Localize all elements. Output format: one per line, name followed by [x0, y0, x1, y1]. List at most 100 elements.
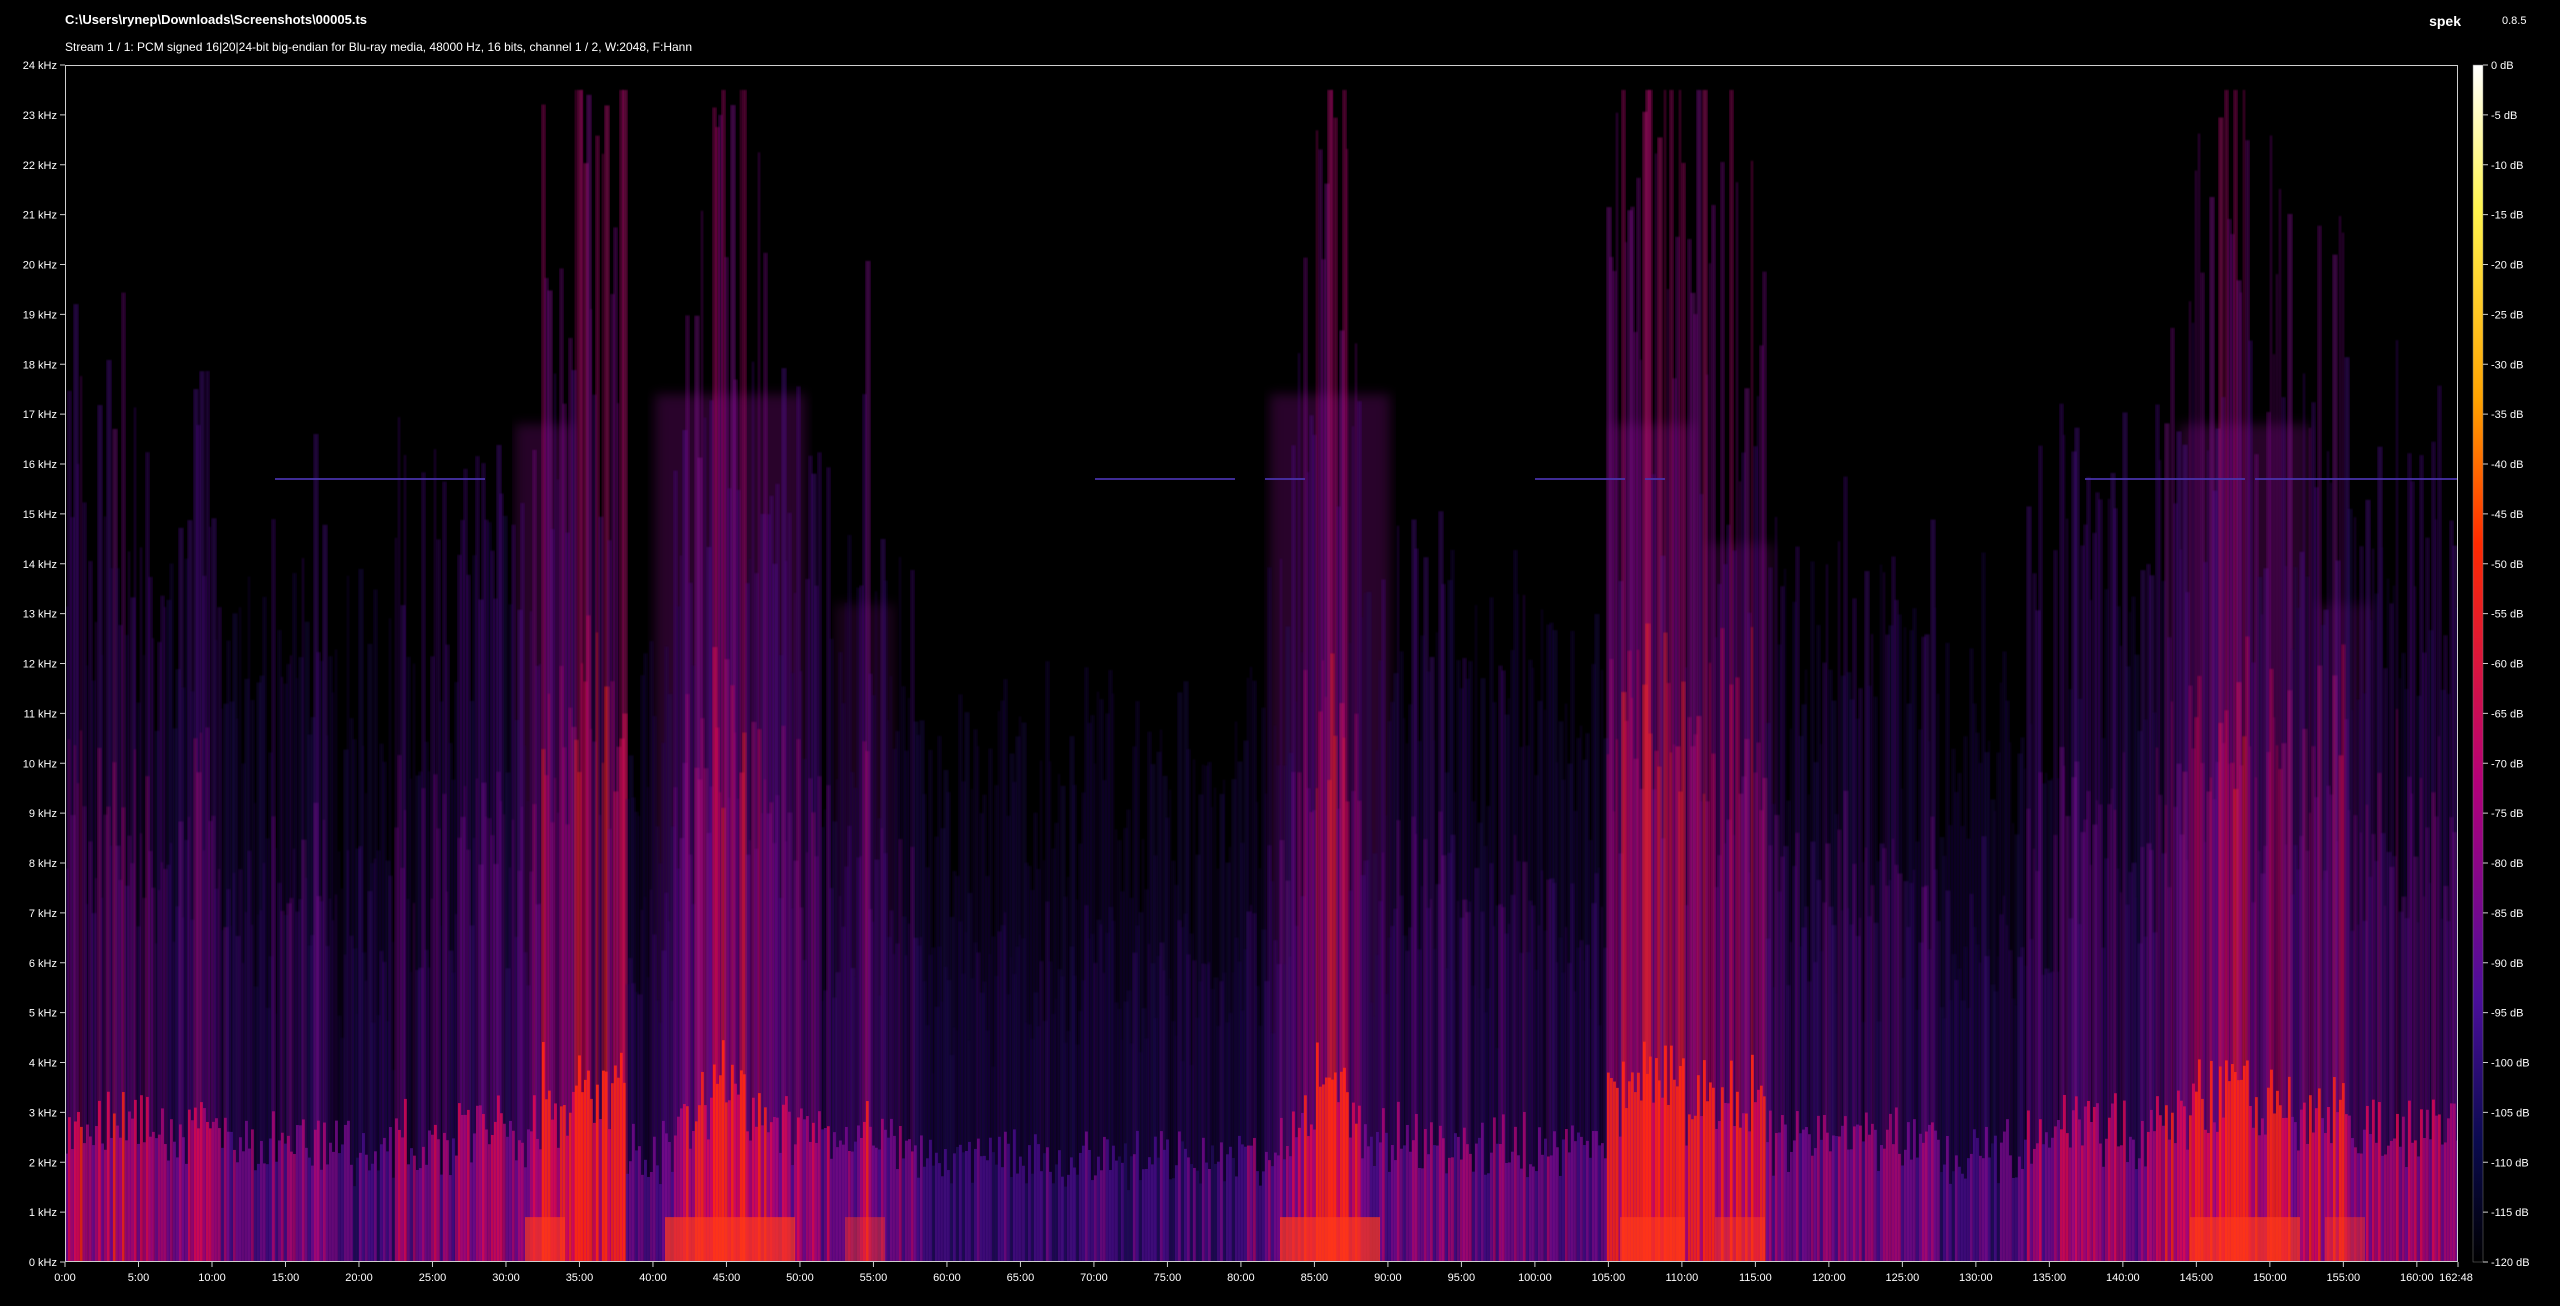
energy-low-band	[1412, 1140, 1415, 1262]
energy-low-band	[1043, 1153, 1046, 1262]
energy-low-band	[1439, 1125, 1442, 1262]
energy-low-band	[1445, 1173, 1448, 1262]
energy-low-band	[1517, 1155, 1520, 1262]
frequency-tick-label: 12 kHz	[23, 659, 57, 671]
energy-low-band	[803, 1119, 806, 1262]
energy-low-band	[197, 1128, 200, 1262]
energy-low-band	[1694, 1115, 1697, 1262]
energy-low-band	[1046, 1147, 1049, 1262]
energy-low-band	[2054, 1126, 2057, 1262]
energy-low-band	[836, 1147, 839, 1262]
energy-low-band	[830, 1158, 833, 1262]
energy-low-band	[2045, 1132, 2048, 1262]
energy-low-band	[299, 1125, 302, 1262]
energy-low-band	[167, 1160, 170, 1262]
energy-low-band	[1898, 1153, 1901, 1262]
energy-low-band	[1166, 1139, 1169, 1262]
energy-low-band	[1895, 1107, 1898, 1262]
energy-low-band	[1031, 1173, 1034, 1262]
energy-low-band	[164, 1144, 167, 1262]
energy-low-band	[224, 1117, 227, 1262]
energy-low-band	[608, 1129, 611, 1262]
energy-low-band	[101, 1143, 104, 1262]
energy-low-band	[317, 1120, 320, 1262]
energy-low-band	[92, 1145, 95, 1262]
energy-low-band	[650, 1172, 653, 1262]
energy-low-band	[1616, 1087, 1619, 1262]
energy-low-band	[1103, 1136, 1106, 1262]
energy-low-band	[2114, 1093, 2117, 1262]
energy-low-band	[1571, 1125, 1574, 1262]
energy-low-band	[566, 1135, 569, 1262]
energy-low-band	[917, 1177, 920, 1262]
energy-low-band	[1838, 1136, 1841, 1262]
energy-low-band	[2150, 1109, 2153, 1262]
energy-low-band	[2003, 1131, 2006, 1262]
energy-low-band	[173, 1141, 176, 1262]
energy-low-band	[1397, 1101, 1400, 1262]
energy-low-band	[149, 1136, 152, 1262]
energy-low-band	[242, 1151, 245, 1262]
energy-low-band	[1253, 1137, 1256, 1262]
energy-low-band	[1493, 1117, 1496, 1262]
db-tick-label: -30 dB	[2491, 359, 2523, 371]
energy-low-band	[1826, 1132, 1829, 1262]
time-tick-label: 65:00	[1007, 1272, 1035, 1284]
energy-low-band	[2126, 1162, 2129, 1262]
energy-low-band	[1850, 1149, 1853, 1262]
energy-low-band	[2075, 1096, 2078, 1262]
db-tick-label: -80 dB	[2491, 858, 2523, 870]
energy-low-band	[389, 1127, 392, 1262]
time-tick-label: 80:00	[1227, 1272, 1255, 1284]
energy-low-band	[404, 1098, 407, 1262]
energy-low-band	[368, 1170, 371, 1262]
energy-low-band	[1106, 1139, 1109, 1262]
energy-low-band	[578, 1055, 581, 1262]
energy-low-band	[2012, 1177, 2015, 1262]
energy-low-band	[371, 1163, 374, 1262]
energy-low-band	[2099, 1143, 2102, 1262]
energy-floor	[2190, 1217, 2300, 1262]
energy-low-band	[1916, 1157, 1919, 1262]
db-tick-label: -35 dB	[2491, 409, 2523, 421]
energy-low-band	[1082, 1145, 1085, 1262]
energy-low-band	[1460, 1159, 1463, 1262]
energy-low-band	[1241, 1144, 1244, 1262]
db-tick-label: -115 dB	[2491, 1207, 2529, 1219]
energy-low-band	[1151, 1164, 1154, 1262]
energy-low-band	[1223, 1181, 1226, 1262]
frequency-tick-label: 11 kHz	[24, 708, 57, 720]
energy-low-band	[1052, 1183, 1055, 1262]
energy-low-band	[1181, 1141, 1184, 1262]
energy-low-band	[593, 1122, 596, 1262]
energy-low-band	[1907, 1122, 1910, 1262]
energy-low-band	[1076, 1174, 1079, 1262]
energy-low-band	[311, 1165, 314, 1262]
energy-low-band	[1994, 1135, 1997, 1262]
energy-low-band	[1424, 1129, 1427, 1262]
energy-low-band	[2174, 1143, 2177, 1262]
energy-low-band	[1004, 1131, 1007, 1262]
energy-low-band	[482, 1113, 485, 1262]
energy-low-band	[2186, 1149, 2189, 1262]
frequency-tick-label: 19 kHz	[23, 309, 57, 321]
energy-low-band	[1100, 1170, 1103, 1262]
energy-low-band	[287, 1135, 290, 1262]
energy-low-band	[518, 1140, 521, 1262]
energy-low-band	[1997, 1183, 2000, 1262]
energy-low-band	[2051, 1137, 2054, 1262]
energy-low-band	[818, 1111, 821, 1262]
frequency-tick-label: 17 kHz	[23, 409, 57, 421]
energy-low-band	[1112, 1145, 1115, 1262]
energy-low-band	[1466, 1144, 1469, 1262]
energy-low-band	[275, 1161, 278, 1262]
energy-low-band	[1436, 1145, 1439, 1262]
energy-low-band	[476, 1105, 479, 1262]
energy-low-band	[1001, 1167, 1004, 1262]
energy-low-band	[323, 1122, 326, 1262]
energy-low-band	[455, 1155, 458, 1262]
time-tick-label: 15:00	[272, 1272, 300, 1284]
energy-low-band	[1250, 1145, 1253, 1262]
energy-low-band	[1499, 1144, 1502, 1262]
time-tick-label: 110:00	[1665, 1272, 1698, 1284]
